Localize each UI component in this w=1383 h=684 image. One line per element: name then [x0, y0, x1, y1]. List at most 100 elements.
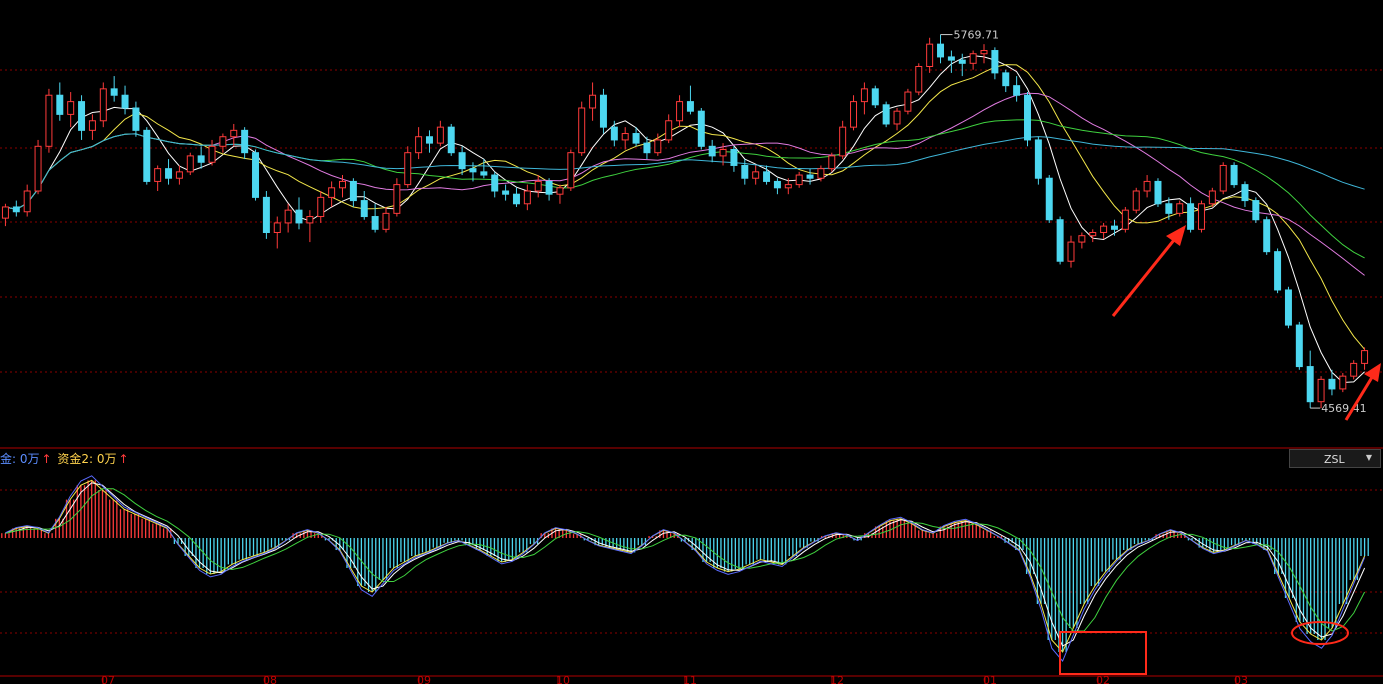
high-price-label: 5769.71	[954, 29, 1000, 42]
indicator-select[interactable]: ZSL ▼	[1289, 449, 1381, 468]
candle-body	[371, 216, 379, 230]
candle-body	[958, 59, 966, 64]
x-tick-label: 08	[263, 674, 277, 684]
candle-body	[1361, 350, 1369, 364]
candle-body	[654, 139, 662, 154]
candle-body	[273, 222, 281, 234]
candle-body	[599, 94, 607, 128]
candle-body	[1034, 139, 1042, 179]
candle-body	[643, 142, 651, 154]
fund2-up-arrow-icon: ↑	[118, 452, 129, 466]
x-tick-label: 03	[1234, 674, 1248, 684]
candle-body	[1187, 203, 1195, 230]
candle-body	[882, 104, 890, 125]
candle-body	[991, 50, 999, 74]
candle-body	[45, 94, 53, 147]
fund1-up-arrow-icon: ↑	[41, 452, 52, 466]
candle-body	[839, 126, 847, 157]
candle-body	[1252, 200, 1260, 221]
candle-body	[99, 88, 107, 122]
candle-body	[621, 133, 629, 141]
candle-body	[676, 101, 684, 122]
candle-body	[1045, 177, 1053, 221]
candle-body	[132, 107, 140, 131]
candle-body	[817, 168, 825, 179]
candle-body	[893, 110, 901, 125]
candle-body	[404, 152, 412, 186]
candle-body	[1165, 203, 1173, 214]
candle-body	[154, 168, 162, 182]
candle-body	[980, 50, 988, 55]
candle-body	[697, 110, 705, 147]
candle-body	[1295, 324, 1303, 368]
stock-chart: 5769.71 4569.41 07 08 09 10 11 12 01 02 03	[0, 29, 1383, 684]
candle-body	[56, 94, 64, 115]
candle-body	[937, 43, 945, 58]
candle-body	[686, 101, 694, 112]
candle-body	[284, 209, 292, 224]
candle-body	[915, 66, 923, 93]
candle-body	[1339, 375, 1347, 390]
candle-body	[763, 171, 771, 182]
candle-body	[719, 149, 727, 157]
candle-body	[534, 180, 542, 192]
candle-body	[1143, 180, 1151, 192]
candle-body	[306, 216, 314, 224]
x-tick-label: 01	[983, 674, 997, 684]
low-price-label: 4569.41	[1321, 402, 1367, 415]
indicator-line-yellow	[5, 479, 1366, 653]
candle-body	[262, 196, 270, 233]
candle-body	[1002, 72, 1010, 87]
candle-body	[752, 171, 760, 179]
candle-body	[23, 190, 31, 213]
indicator-select-value: ZSL	[1324, 453, 1345, 466]
indicator-line-green	[5, 488, 1366, 632]
candle-body	[871, 88, 879, 106]
candle-body	[1176, 203, 1184, 214]
fund1-label: 金: 0万	[0, 452, 40, 466]
candle-body	[730, 149, 738, 166]
candle-body	[143, 129, 151, 182]
candle-body	[523, 190, 531, 205]
candle-body	[1024, 94, 1031, 141]
candle-body	[1328, 378, 1336, 390]
chevron-down-icon: ▼	[1365, 453, 1372, 462]
fund2-label: 资金2: 0万	[57, 452, 117, 466]
candle-body	[436, 126, 444, 144]
candle-body	[34, 145, 42, 192]
candle-body	[632, 133, 640, 144]
ma10-line	[5, 64, 1365, 350]
candle-body	[708, 145, 716, 157]
candle-body	[458, 152, 466, 170]
candle-body	[1230, 164, 1238, 186]
x-tick-label: 12	[830, 674, 844, 684]
candle-body	[947, 56, 955, 61]
candle-body	[1078, 235, 1086, 243]
annotation-arrow-head-1	[1166, 225, 1186, 246]
indicator-line-white	[5, 482, 1366, 647]
candle-body	[567, 152, 575, 189]
candle-body	[230, 129, 238, 138]
candle-body	[741, 164, 749, 179]
candle-body	[784, 184, 792, 189]
candle-body	[665, 120, 673, 141]
ma5-line	[5, 55, 1365, 384]
candle-body	[969, 53, 977, 64]
candle-body	[806, 174, 814, 179]
candle-body	[1132, 190, 1140, 211]
candle-body	[447, 126, 455, 154]
candle-body	[1219, 164, 1227, 192]
candle-body	[1013, 85, 1021, 96]
candle-body	[926, 43, 934, 67]
candle-body	[186, 155, 194, 173]
candle-body	[175, 171, 183, 179]
candle-body	[1154, 180, 1162, 205]
candle-body	[1263, 219, 1271, 253]
candle-body	[480, 171, 488, 176]
candle-body	[578, 107, 586, 154]
candle-body	[1241, 184, 1249, 202]
candle-body	[860, 88, 868, 103]
x-tick-label: 02	[1096, 674, 1110, 684]
candle-body	[88, 120, 96, 131]
candle-body	[610, 126, 618, 141]
